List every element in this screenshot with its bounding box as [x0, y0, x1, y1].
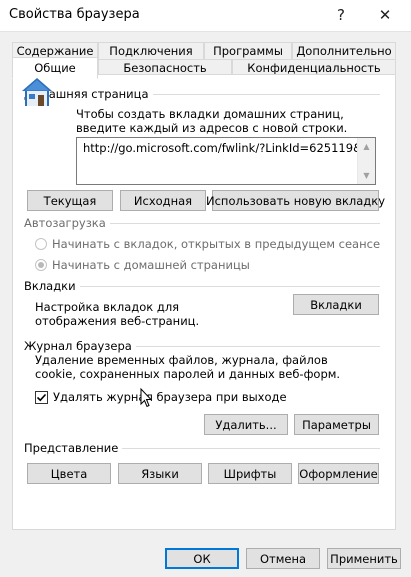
home-url-value: http://go.microsoft.com/fwlink/?LinkId=6…: [83, 141, 376, 155]
appearance-group-label: Представление: [24, 441, 123, 455]
tabs-button[interactable]: Вкладки: [293, 294, 379, 315]
use-new-tab-button[interactable]: Использовать новую вкладку: [206, 190, 385, 211]
delete-on-exit-label: Удалять журнал браузера при выходе: [53, 390, 287, 404]
radio-circle[interactable]: [35, 238, 47, 250]
panel-contents: Домашняя страница Чтобы создать вкладки …: [0, 0, 411, 576]
house-icon: [22, 78, 52, 106]
radio-start-tabs[interactable]: Начинать с вкладок, открытых в предыдуще…: [35, 237, 380, 251]
textarea-scrollbar[interactable]: ▲ ▼: [357, 138, 375, 184]
radio-start-home[interactable]: Начинать с домашней страницы: [35, 258, 250, 272]
cancel-button[interactable]: Отмена: [246, 548, 320, 569]
languages-button[interactable]: Языки: [118, 463, 202, 484]
history-settings-button[interactable]: Параметры: [294, 414, 379, 435]
history-description: Удаление временных файлов, журнала, файл…: [35, 353, 341, 381]
radio-start-tabs-label: Начинать с вкладок, открытых в предыдуще…: [52, 237, 381, 251]
startup-group-label: Автозагрузка: [24, 216, 110, 230]
design-button[interactable]: Оформление: [298, 463, 379, 484]
fonts-button[interactable]: Шрифты: [208, 463, 292, 484]
radio-start-home-label: Начинать с домашней страницы: [52, 258, 250, 272]
current-page-button[interactable]: Текущая: [27, 190, 113, 211]
default-page-button[interactable]: Исходная: [120, 190, 206, 211]
delete-on-exit-checkbox[interactable]: Удалять журнал браузера при выходе: [35, 390, 287, 404]
checkbox-box[interactable]: [35, 390, 48, 404]
checkmark-icon: [36, 393, 47, 401]
colors-button[interactable]: Цвета: [27, 463, 111, 484]
home-url-textarea[interactable]: http://go.microsoft.com/fwlink/?LinkId=6…: [76, 137, 376, 185]
scroll-up-icon[interactable]: ▲: [358, 138, 375, 155]
scroll-down-icon[interactable]: ▼: [358, 167, 375, 184]
tabs-description: Настройка вкладок для отображения веб-ст…: [35, 300, 200, 328]
ok-button[interactable]: ОК: [165, 548, 239, 569]
delete-history-button[interactable]: Удалить...: [204, 414, 288, 435]
mouse-cursor-icon: [140, 388, 152, 408]
radio-circle-checked[interactable]: [35, 259, 47, 271]
tabs-group-label: Вкладки: [24, 279, 80, 293]
history-group-label: Журнал браузера: [24, 339, 136, 353]
home-description: Чтобы создать вкладки домашних страниц, …: [76, 107, 348, 135]
apply-button[interactable]: Применить: [327, 548, 401, 569]
